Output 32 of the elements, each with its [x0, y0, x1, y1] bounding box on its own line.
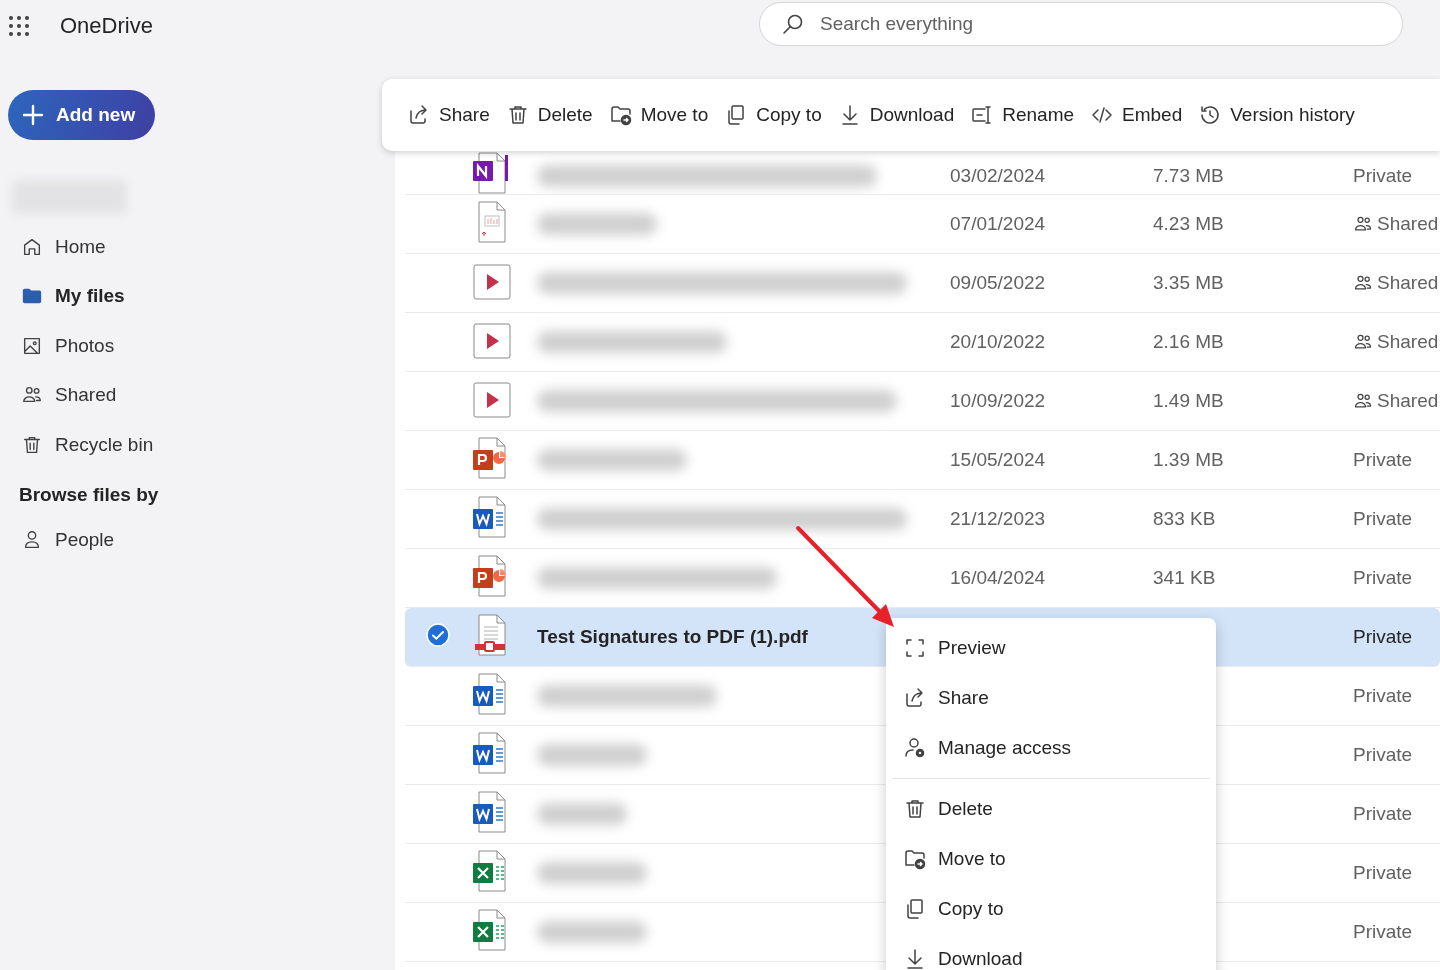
section-heading: Browse files by: [19, 483, 160, 506]
sharing-status: Private: [1353, 508, 1413, 530]
modified-date: 21/12/2023: [950, 508, 1046, 529]
sharing-status: Private: [1353, 862, 1413, 884]
modified-date: 15/05/2024: [950, 449, 1046, 470]
sharing-status: Private: [1353, 164, 1413, 187]
sharing-status: Private: [1353, 685, 1413, 707]
file-size: 3.35 MB: [1153, 272, 1224, 293]
file-size: 1.49 MB: [1153, 390, 1224, 411]
sharing-status: Shared: [1377, 272, 1439, 294]
file-size: 4.23 MB: [1153, 213, 1224, 234]
sharing-status: Private: [1353, 449, 1413, 471]
sharing-status: Private: [1353, 567, 1413, 589]
modified-date: 20/10/2022: [950, 331, 1046, 352]
sharing-status: Private: [1353, 803, 1413, 825]
sharing-status: Private: [1353, 626, 1413, 648]
sharing-status: Shared: [1377, 390, 1439, 412]
modified-date: 03/02/2024: [950, 164, 1046, 186]
modified-date: 07/01/2024: [950, 213, 1046, 234]
file-size: 7.73 MB: [1153, 164, 1224, 186]
sharing-status: Private: [1353, 744, 1413, 766]
sharing-status: Shared: [1377, 331, 1439, 353]
file-size: 833 KB: [1153, 508, 1216, 529]
sharing-status: Shared: [1377, 213, 1439, 235]
modified-date: 09/05/2022: [950, 272, 1046, 293]
file-size: 1.39 MB: [1153, 449, 1224, 470]
sharing-status: Private: [1353, 921, 1413, 943]
modified-date: 10/09/2022: [950, 390, 1046, 411]
app-title: OneDrive: [60, 13, 153, 39]
file-size: 341 KB: [1153, 567, 1216, 588]
modified-date: 16/04/2024: [950, 567, 1046, 588]
file-size: 2.16 MB: [1153, 331, 1224, 352]
